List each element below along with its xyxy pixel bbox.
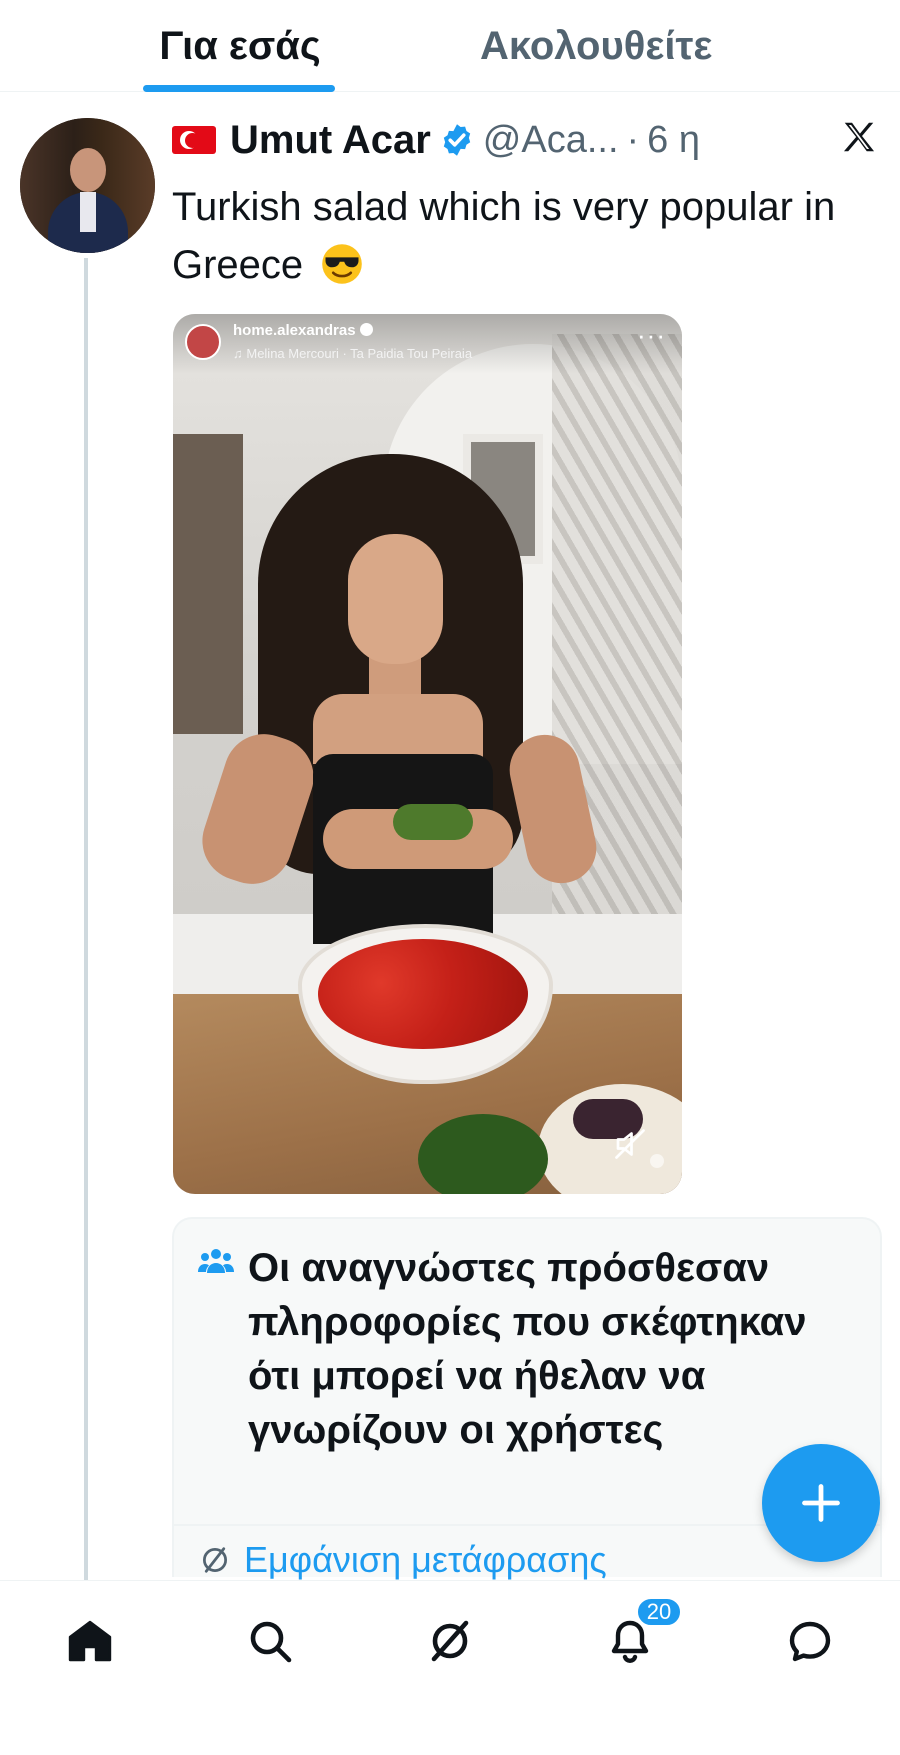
video-verified-icon — [359, 323, 373, 336]
community-note-title: Οι αναγνώστες πρόσθεσαν πληροφορίες που … — [248, 1246, 807, 1452]
video-account-name: home.alexandras — [233, 322, 373, 339]
video-more-icon[interactable]: ··· — [637, 320, 666, 351]
tab-for-you[interactable]: Για εσάς — [0, 0, 480, 92]
active-tab-indicator — [143, 85, 335, 92]
plus-icon — [802, 1484, 840, 1522]
smiling-face-with-sunglasses-icon — [322, 244, 363, 284]
meta-separator: · — [626, 118, 640, 161]
home-icon — [68, 1620, 112, 1662]
show-translation-link[interactable]: Εμφάνιση μετάφρασης — [200, 1539, 607, 1581]
volume-dot — [650, 1154, 664, 1168]
tab-following-label: Ακολουθείτε — [480, 23, 713, 68]
nav-home[interactable] — [60, 1611, 120, 1671]
author-avatar[interactable] — [20, 118, 155, 253]
post-body: Turkish salad which is very popular in G… — [172, 185, 836, 287]
thread-line — [84, 258, 88, 1580]
post-header: Umut Acar @Aca... · 6 η — [172, 112, 700, 168]
verified-badge-icon — [443, 124, 470, 156]
community-people-icon — [198, 1249, 234, 1273]
messages-icon — [789, 1621, 831, 1662]
show-translation-label: Εμφάνιση μετάφρασης — [244, 1539, 607, 1580]
post-video[interactable]: home.alexandras ♫ Melina Mercouri · Ta P… — [173, 314, 682, 1194]
tab-for-you-label: Για εσάς — [159, 23, 321, 68]
post-time[interactable]: 6 η — [647, 119, 700, 162]
nav-messages[interactable] — [780, 1611, 840, 1671]
tab-following[interactable]: Ακολουθείτε — [480, 0, 900, 92]
bottom-navigation: 20 — [0, 1580, 900, 1755]
compose-post-button[interactable] — [762, 1444, 880, 1562]
turkey-flag-icon — [172, 126, 216, 154]
video-account-name-text: home.alexandras — [233, 322, 356, 339]
nav-search[interactable] — [240, 1611, 300, 1671]
muted-speaker-icon[interactable] — [612, 1126, 648, 1162]
search-icon — [250, 1621, 292, 1663]
translate-icon — [203, 1547, 227, 1573]
notifications-count-badge: 20 — [636, 1597, 682, 1627]
post-text: Turkish salad which is very popular in G… — [172, 178, 872, 294]
author-name[interactable]: Umut Acar — [230, 118, 431, 163]
timeline-tabs: Για εσάς Ακολουθείτε — [0, 0, 900, 92]
author-handle[interactable]: @Aca... — [483, 119, 619, 162]
grok-analyze-icon[interactable] — [840, 118, 878, 156]
nav-grok[interactable] — [420, 1611, 480, 1671]
video-song: ♫ Melina Mercouri · Ta Paidia Tou Peirai… — [233, 346, 473, 361]
grok-icon — [431, 1620, 469, 1662]
video-account-avatar — [185, 324, 221, 360]
